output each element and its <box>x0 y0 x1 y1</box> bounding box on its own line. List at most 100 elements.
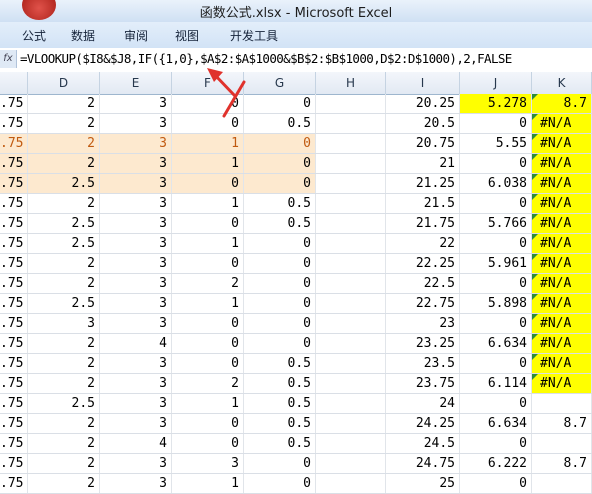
cell-k[interactable]: #N/A <box>532 254 592 273</box>
cell-e[interactable]: 3 <box>100 94 172 113</box>
cell-g[interactable]: 0.5 <box>244 214 316 233</box>
cell-h[interactable] <box>316 154 386 173</box>
column-header-c[interactable] <box>0 72 28 94</box>
cell-d[interactable]: 2 <box>28 254 100 273</box>
cell-h[interactable] <box>316 114 386 133</box>
cell-g[interactable]: 0 <box>244 174 316 193</box>
cell-h[interactable] <box>316 194 386 213</box>
cell-g[interactable]: 0 <box>244 334 316 353</box>
cell-j[interactable]: 5.766 <box>460 214 532 233</box>
cell-c[interactable]: .75 <box>0 394 28 413</box>
cell-g[interactable]: 0.5 <box>244 374 316 393</box>
cell-g[interactable]: 0 <box>244 234 316 253</box>
cell-d[interactable]: 2 <box>28 454 100 473</box>
cell-i[interactable]: 20.75 <box>386 134 460 153</box>
cell-j[interactable]: 5.278 <box>460 94 532 113</box>
cell-c[interactable]: .75 <box>0 474 28 493</box>
insert-function-button[interactable]: fx <box>0 50 17 68</box>
cell-g[interactable]: 0.5 <box>244 194 316 213</box>
cell-k[interactable]: #N/A <box>532 314 592 333</box>
tab-formulas[interactable]: 公式 <box>22 27 46 44</box>
cell-i[interactable]: 21.5 <box>386 194 460 213</box>
cell-k[interactable]: #N/A <box>532 114 592 133</box>
formula-input[interactable]: =VLOOKUP($I8&$J8,IF({1,0},$A$2:$A$1000&$… <box>20 51 512 66</box>
cell-f[interactable]: 0 <box>172 354 244 373</box>
cell-e[interactable]: 3 <box>100 174 172 193</box>
cell-g[interactable]: 0 <box>244 294 316 313</box>
cell-f[interactable]: 1 <box>172 294 244 313</box>
cell-i[interactable]: 25 <box>386 474 460 493</box>
cell-d[interactable]: 2 <box>28 94 100 113</box>
cell-i[interactable]: 23.25 <box>386 334 460 353</box>
cell-g[interactable]: 0.5 <box>244 114 316 133</box>
cell-h[interactable] <box>316 274 386 293</box>
cell-i[interactable]: 23.75 <box>386 374 460 393</box>
cell-e[interactable]: 3 <box>100 274 172 293</box>
cell-k[interactable]: #N/A <box>532 134 592 153</box>
cell-e[interactable]: 3 <box>100 194 172 213</box>
cell-k[interactable]: #N/A <box>532 174 592 193</box>
cell-g[interactable]: 0.5 <box>244 394 316 413</box>
column-header-i[interactable]: I <box>386 72 460 94</box>
cell-i[interactable]: 23.5 <box>386 354 460 373</box>
cell-j[interactable]: 0 <box>460 234 532 253</box>
cell-g[interactable]: 0.5 <box>244 414 316 433</box>
cell-c[interactable]: .75 <box>0 94 28 113</box>
cell-e[interactable]: 3 <box>100 234 172 253</box>
cell-i[interactable]: 23 <box>386 314 460 333</box>
cell-c[interactable]: .75 <box>0 454 28 473</box>
cell-h[interactable] <box>316 294 386 313</box>
cell-f[interactable]: 1 <box>172 234 244 253</box>
cell-k[interactable]: #N/A <box>532 274 592 293</box>
cell-d[interactable]: 3 <box>28 314 100 333</box>
tab-data[interactable]: 数据 <box>71 27 95 44</box>
cell-f[interactable]: 3 <box>172 454 244 473</box>
cell-g[interactable]: 0 <box>244 154 316 173</box>
cell-d[interactable]: 2.5 <box>28 214 100 233</box>
cell-k[interactable]: #N/A <box>532 234 592 253</box>
cell-h[interactable] <box>316 214 386 233</box>
cell-j[interactable]: 6.634 <box>460 414 532 433</box>
cell-j[interactable]: 0 <box>460 274 532 293</box>
cell-h[interactable] <box>316 174 386 193</box>
cell-k[interactable] <box>532 394 592 413</box>
cell-d[interactable]: 2.5 <box>28 294 100 313</box>
cell-k[interactable]: 8.7 <box>532 414 592 433</box>
cell-d[interactable]: 2 <box>28 374 100 393</box>
cell-e[interactable]: 3 <box>100 414 172 433</box>
cell-d[interactable]: 2 <box>28 274 100 293</box>
cell-k[interactable]: #N/A <box>532 334 592 353</box>
cell-f[interactable]: 1 <box>172 474 244 493</box>
column-header-f[interactable]: F <box>172 72 244 94</box>
cell-e[interactable]: 3 <box>100 474 172 493</box>
cell-e[interactable]: 3 <box>100 154 172 173</box>
column-header-j[interactable]: J <box>460 72 532 94</box>
cell-j[interactable]: 0 <box>460 154 532 173</box>
cell-i[interactable]: 24.5 <box>386 434 460 453</box>
cell-g[interactable]: 0.5 <box>244 434 316 453</box>
cell-j[interactable]: 6.038 <box>460 174 532 193</box>
cell-f[interactable]: 0 <box>172 314 244 333</box>
column-header-e[interactable]: E <box>100 72 172 94</box>
cell-k[interactable]: #N/A <box>532 194 592 213</box>
cell-c[interactable]: .75 <box>0 114 28 133</box>
cell-f[interactable]: 2 <box>172 374 244 393</box>
cell-f[interactable]: 0 <box>172 174 244 193</box>
cell-c[interactable]: .75 <box>0 154 28 173</box>
cell-g[interactable]: 0 <box>244 134 316 153</box>
cell-c[interactable]: .75 <box>0 354 28 373</box>
cell-d[interactable]: 2.5 <box>28 174 100 193</box>
cell-c[interactable]: .75 <box>0 414 28 433</box>
cell-e[interactable]: 3 <box>100 374 172 393</box>
cell-c[interactable]: .75 <box>0 434 28 453</box>
cell-g[interactable]: 0 <box>244 274 316 293</box>
cell-e[interactable]: 3 <box>100 394 172 413</box>
cell-d[interactable]: 2 <box>28 154 100 173</box>
cell-h[interactable] <box>316 254 386 273</box>
cell-h[interactable] <box>316 134 386 153</box>
cell-h[interactable] <box>316 394 386 413</box>
cell-d[interactable]: 2 <box>28 414 100 433</box>
cell-k[interactable]: #N/A <box>532 294 592 313</box>
cell-i[interactable]: 21 <box>386 154 460 173</box>
cell-k[interactable]: #N/A <box>532 354 592 373</box>
